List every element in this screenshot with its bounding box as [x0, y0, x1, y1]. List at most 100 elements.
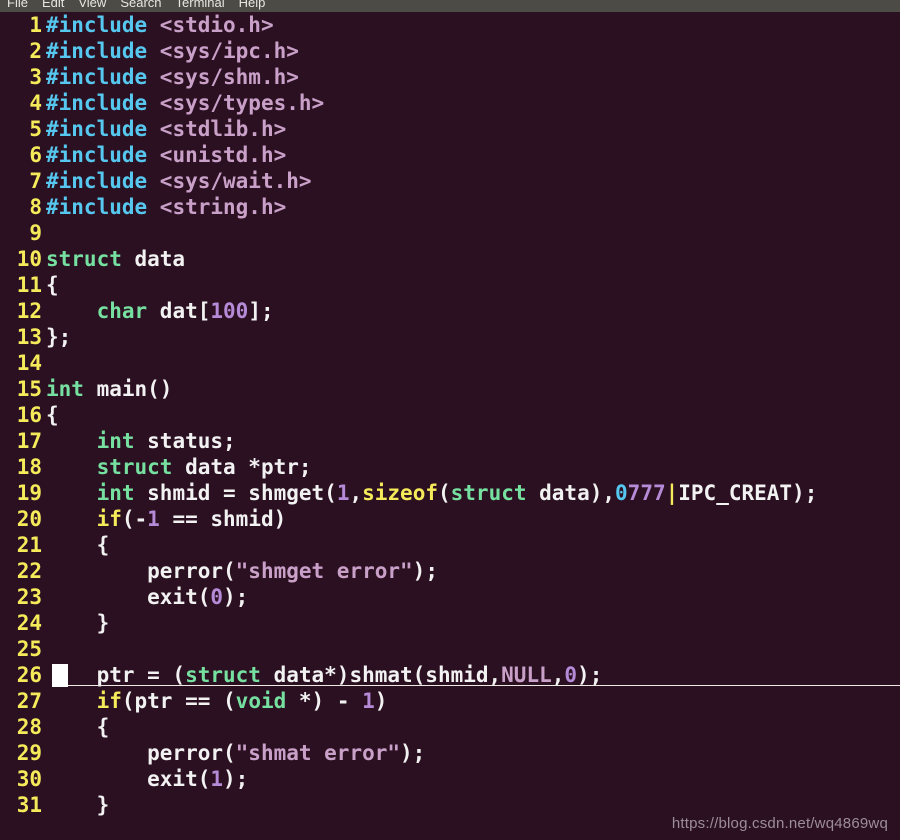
code-line[interactable]: 9	[0, 220, 900, 246]
line-number: 11	[16, 273, 42, 297]
menu-item-file[interactable]: File	[0, 0, 35, 12]
code-line[interactable]: 15 int main()	[0, 376, 900, 402]
token-plain: perror(	[46, 741, 236, 765]
line-number: 30	[16, 767, 42, 791]
menu-item-edit[interactable]: Edit	[35, 0, 71, 12]
code-text: if(ptr == (void *) - 1)	[42, 688, 388, 714]
code-line[interactable]: 13};	[0, 324, 900, 350]
code-line[interactable]: 3 #include <sys/shm.h>	[0, 64, 900, 90]
code-line[interactable]: 1 #include <stdio.h>	[0, 12, 900, 38]
token-type: struct	[96, 455, 173, 479]
line-number: 10	[16, 247, 42, 271]
code-line[interactable]: 6 #include <unistd.h>	[0, 142, 900, 168]
token-plain: data	[121, 247, 186, 271]
code-line[interactable]: 4 #include <sys/types.h>	[0, 90, 900, 116]
code-text: }	[42, 792, 110, 818]
token-kw: if	[96, 689, 122, 713]
code-line[interactable]: 11{	[0, 272, 900, 298]
token-header: <stdio.h>	[159, 13, 274, 37]
code-line[interactable]: 10 struct data	[0, 246, 900, 272]
menu-item-help[interactable]: Help	[232, 0, 273, 12]
line-number: 8	[29, 195, 42, 219]
code-text: #include <unistd.h>	[42, 142, 286, 168]
code-text: exit(0);	[42, 584, 248, 610]
token-plain: (-	[121, 507, 148, 531]
menu-item-view[interactable]: View	[71, 0, 113, 12]
code-line[interactable]: 19 int shmid = shmget(1,sizeof(struct da…	[0, 480, 900, 506]
code-line[interactable]: 28 {	[0, 714, 900, 740]
token-num2: 0	[615, 481, 628, 505]
menu-item-terminal[interactable]: Terminal	[169, 0, 232, 12]
line-number: 22	[16, 559, 42, 583]
code-line[interactable]: 18 struct data *ptr;	[0, 454, 900, 480]
code-line[interactable]: 30 exit(1);	[0, 766, 900, 792]
menu-item-search[interactable]: Search	[113, 0, 168, 12]
watermark-url: https://blog.csdn.net/wq4869wq	[671, 815, 888, 832]
terminal-window: File Edit View Search Terminal Help 1 #include…	[0, 0, 900, 840]
token-plain: main()	[83, 377, 173, 401]
token-type: void	[235, 689, 287, 713]
token-plain: }	[46, 793, 110, 817]
token-type: char	[96, 299, 148, 323]
line-number: 9	[29, 221, 42, 245]
code-line-current[interactable]: 26 ptr = (struct data*)shmat(shmid,NULL,…	[0, 662, 900, 688]
token-type: struct	[185, 663, 261, 687]
code-line[interactable]: 7 #include <sys/wait.h>	[0, 168, 900, 194]
code-line[interactable]: 16{	[0, 402, 900, 428]
code-text: int status;	[42, 428, 236, 454]
token-plain: status;	[134, 429, 236, 453]
code-line[interactable]: 8 #include <string.h>	[0, 194, 900, 220]
token-pre: #include	[46, 91, 160, 115]
code-line[interactable]: 12 char dat[100];	[0, 298, 900, 324]
token-header: <sys/wait.h>	[159, 169, 312, 193]
code-text: exit(1);	[42, 766, 248, 792]
code-text: {	[42, 272, 59, 298]
token-plain: (	[437, 481, 451, 505]
line-number: 5	[29, 117, 42, 141]
code-text: int main()	[42, 376, 172, 402]
code-line[interactable]: 27 if(ptr == (void *) - 1)	[0, 688, 900, 714]
token-plain: );	[400, 741, 426, 765]
code-line[interactable]: 23 exit(0);	[0, 584, 900, 610]
code-line[interactable]: 24 }	[0, 610, 900, 636]
token-kw: if	[96, 507, 122, 531]
line-number: 4	[29, 91, 42, 115]
code-line[interactable]: 21 {	[0, 532, 900, 558]
line-number: 17	[16, 429, 42, 453]
token-plain: ,	[349, 481, 363, 505]
token-plain: perror(	[46, 559, 236, 583]
token-pre: #include	[46, 195, 160, 219]
code-line[interactable]: 25	[0, 636, 900, 662]
code-text: }	[42, 610, 110, 636]
token-plain: (ptr == (	[121, 689, 236, 713]
token-plain: data *ptr;	[172, 455, 312, 479]
menu-bar-items: File Edit View Search Terminal Help	[0, 0, 272, 12]
terminal-text-area[interactable]: 1 #include <stdio.h> 2 #include <sys/ipc.h>…	[0, 12, 900, 840]
token-plain: shmid = shmget(	[134, 481, 337, 505]
code-line[interactable]: 29 perror("shmat error");	[0, 740, 900, 766]
code-line[interactable]: 5 #include <stdlib.h>	[0, 116, 900, 142]
code-line[interactable]: 20 if(-1 == shmid)	[0, 506, 900, 532]
code-text: #include <stdlib.h>	[42, 116, 286, 142]
line-number: 19	[16, 481, 42, 505]
token-pre: #include	[46, 65, 160, 89]
token-pre: #include	[46, 13, 160, 37]
line-number: 13	[16, 325, 42, 349]
line-number: 1	[29, 13, 42, 37]
code-line[interactable]: 2 #include <sys/ipc.h>	[0, 38, 900, 64]
token-plain: };	[46, 325, 72, 349]
code-text: #include <stdio.h>	[42, 12, 274, 38]
token-num: 1	[147, 507, 160, 531]
token-plain: ];	[248, 299, 274, 323]
token-plain: dat[	[147, 299, 211, 323]
code-line[interactable]: 17 int status;	[0, 428, 900, 454]
line-number: 27	[16, 689, 42, 713]
code-line[interactable]: 14	[0, 350, 900, 376]
menu-bar: File Edit View Search Terminal Help	[0, 0, 900, 12]
token-num: 1	[336, 481, 350, 505]
code-line[interactable]: 22 perror("shmget error");	[0, 558, 900, 584]
